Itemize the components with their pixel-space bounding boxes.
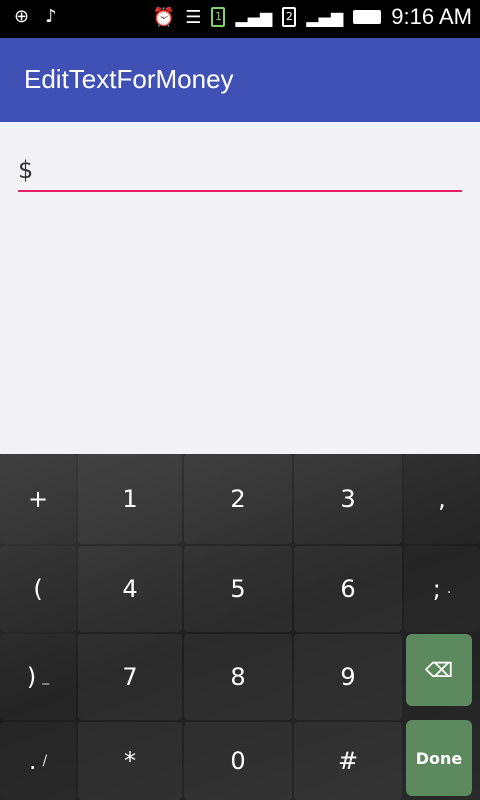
key-asterisk[interactable]: *	[78, 722, 182, 800]
notification-plus-icon: ⊕	[14, 6, 30, 27]
alarm-icon: ⏰	[152, 6, 176, 28]
key-underscore-secondary: _	[42, 669, 50, 685]
key-close-paren[interactable]: ) _	[0, 634, 76, 720]
key-6[interactable]: 6	[294, 546, 402, 632]
key-7[interactable]: 7	[78, 634, 182, 720]
sim2-indicator: 2	[282, 7, 297, 27]
key-0[interactable]: 0	[184, 722, 292, 800]
key-open-paren[interactable]: (	[0, 546, 76, 632]
done-button[interactable]: Done	[406, 720, 472, 796]
numeric-keyboard: + 1 2 3 , ( 4 5 6 ; . ) _ 7 8 9 ⌫ . / * …	[0, 454, 480, 800]
key-slash-secondary: /	[42, 753, 48, 769]
key-semicolon-secondary: .	[446, 581, 452, 597]
music-icon: ♪	[45, 6, 57, 27]
key-semicolon-label: ;	[432, 575, 441, 603]
key-2[interactable]: 2	[184, 454, 292, 544]
app-title: EditTextForMoney	[24, 64, 234, 94]
key-4[interactable]: 4	[78, 546, 182, 632]
clock: 9:16 AM	[391, 4, 472, 29]
signal-icon: ▂▄▆	[235, 7, 273, 27]
signal-icon-2: ▂▄▆	[306, 7, 344, 27]
money-input[interactable]: $	[18, 152, 462, 192]
content-area: $	[0, 122, 480, 402]
backspace-icon: ⌫	[424, 658, 454, 682]
status-bar: ⊕ ♪ ⏰ ☰ 1 ▂▄▆ 2 ▂▄▆ 9:16 AM	[0, 0, 480, 38]
key-period[interactable]: . /	[0, 722, 76, 800]
key-comma[interactable]: ,	[404, 454, 480, 544]
key-8[interactable]: 8	[184, 634, 292, 720]
key-5[interactable]: 5	[184, 546, 292, 632]
key-hash[interactable]: #	[294, 722, 402, 800]
sim1-indicator: 1	[211, 7, 226, 27]
wifi-icon: ☰	[185, 6, 202, 28]
key-1[interactable]: 1	[78, 454, 182, 544]
key-3[interactable]: 3	[294, 454, 402, 544]
key-plus[interactable]: +	[0, 454, 76, 544]
battery-icon	[353, 10, 382, 24]
key-9[interactable]: 9	[294, 634, 402, 720]
key-semicolon[interactable]: ; .	[404, 546, 480, 632]
key-period-label: .	[28, 747, 37, 775]
backspace-button[interactable]: ⌫	[406, 634, 472, 706]
app-bar: EditTextForMoney	[0, 38, 480, 122]
key-close-paren-label: )	[26, 663, 37, 691]
money-input-value: $	[18, 156, 34, 184]
